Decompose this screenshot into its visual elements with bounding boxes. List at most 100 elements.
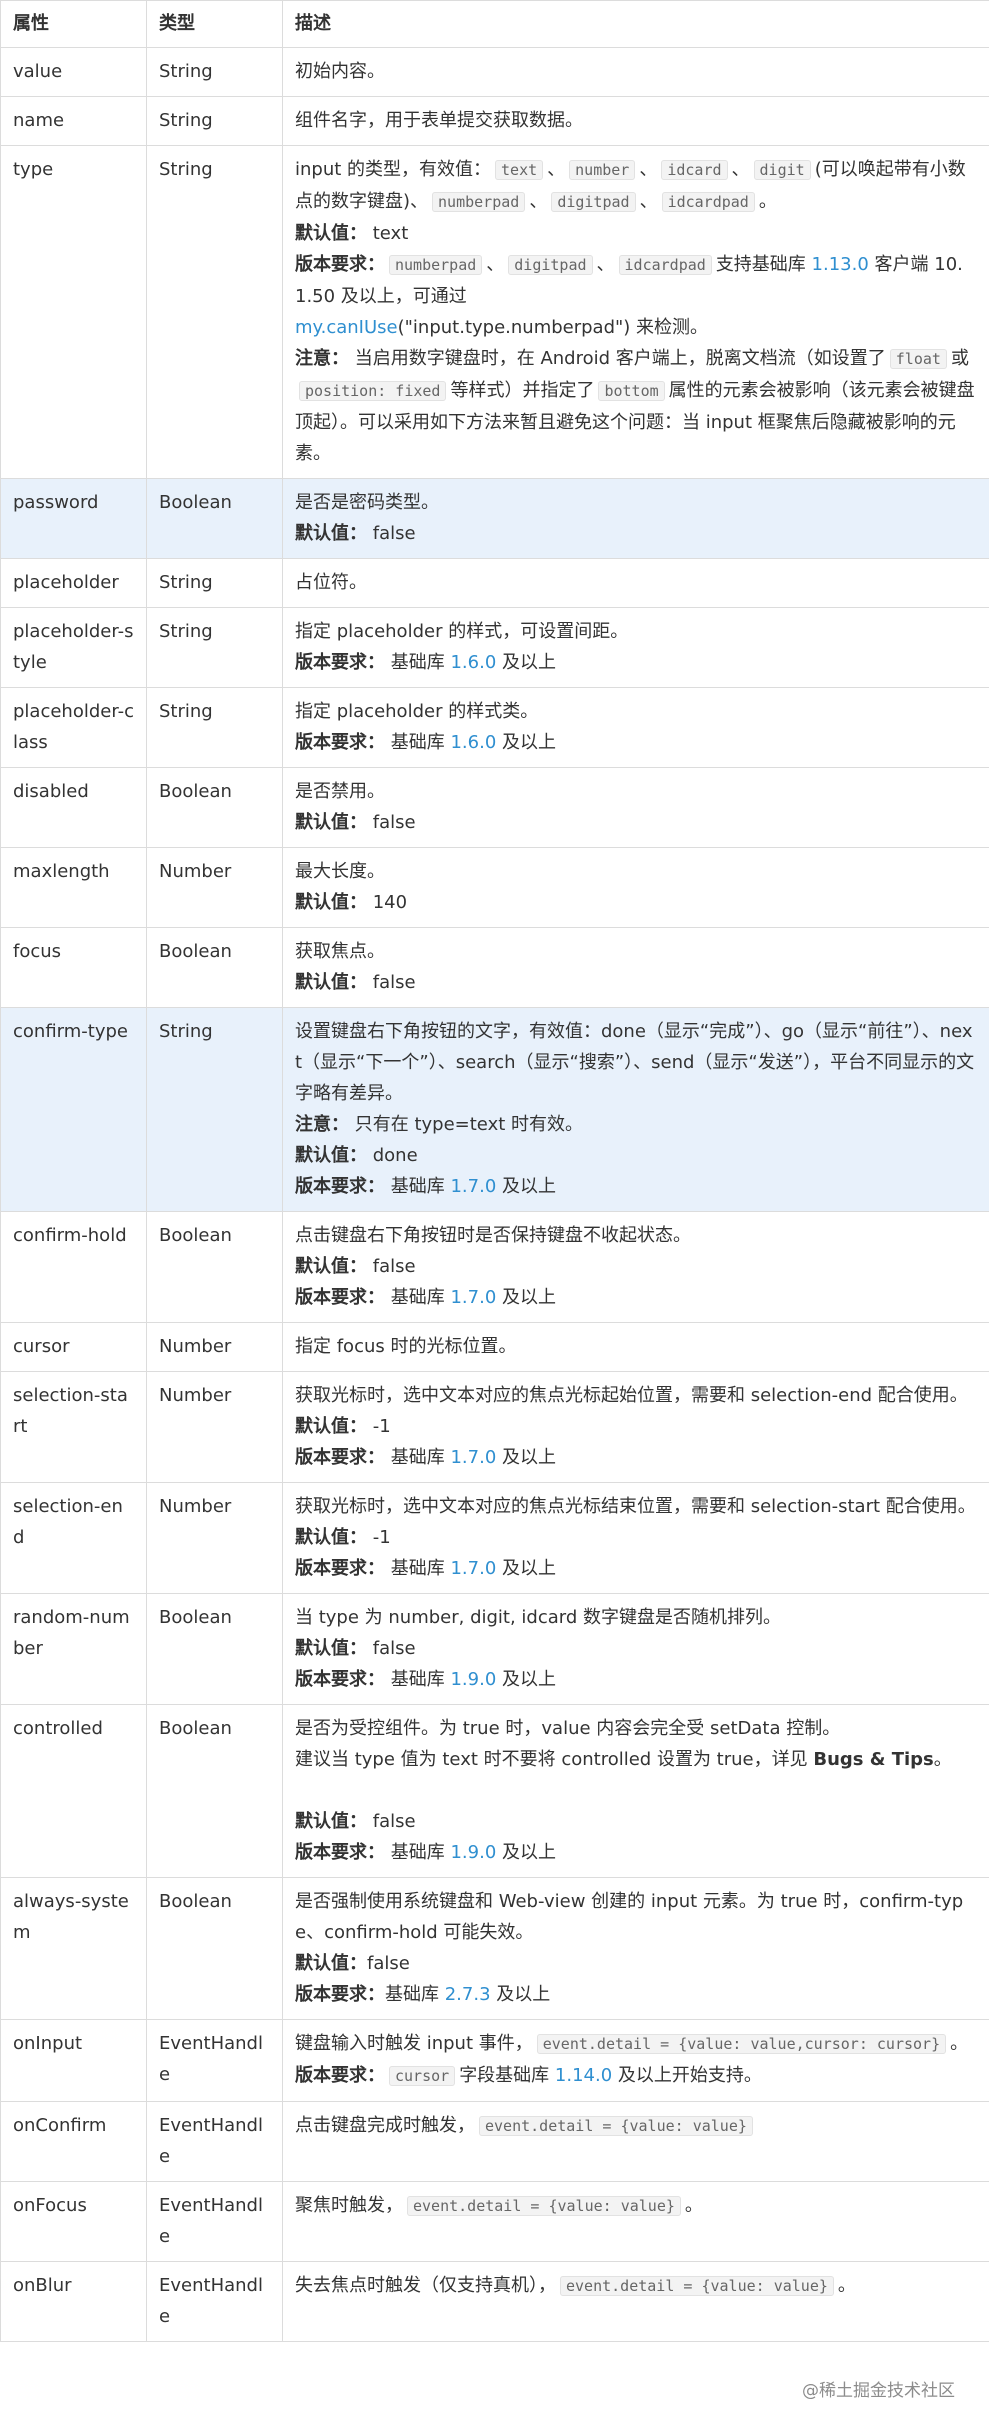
- table-row: cursor Number 指定 focus 时的光标位置。: [0, 1322, 989, 1372]
- table-row: disabled Boolean 是否禁用。 默认值： false: [0, 767, 989, 848]
- version-label: 版本要求：: [295, 1176, 385, 1197]
- version-suffix: 及以上: [502, 732, 557, 753]
- prop-desc: 占位符。: [282, 558, 989, 608]
- prop-desc: 指定 focus 时的光标位置。: [282, 1322, 989, 1372]
- code-number: number: [569, 160, 636, 180]
- bugs-tips-link[interactable]: Bugs & Tips: [813, 1749, 933, 1770]
- prop-type: Boolean: [146, 1877, 283, 2020]
- prop-name: confirm-type: [0, 1007, 147, 1212]
- code-event-detail: event.detail = {value: value}: [479, 2116, 753, 2136]
- separator: 、: [486, 254, 505, 275]
- version-prefix: 基础库: [385, 1984, 439, 2005]
- default-label: 默认值：: [295, 1527, 367, 1548]
- version-link[interactable]: 1.6.0: [450, 652, 496, 673]
- prop-name: onInput: [0, 2019, 147, 2102]
- default-line: 默认值： false: [295, 967, 977, 998]
- desc-line: 获取光标时，选中文本对应的焦点光标起始位置，需要和 selection-end …: [295, 1385, 968, 1406]
- version-link[interactable]: 1.7.0: [450, 1176, 496, 1197]
- table-row: maxlength Number 最大长度。 默认值： 140: [0, 847, 989, 928]
- desc-text: 。: [837, 2275, 856, 2296]
- default-line: 默认值： done: [295, 1140, 977, 1171]
- prop-desc: 是否为受控组件。为 true 时，value 内容会完全受 setData 控制…: [282, 1704, 989, 1878]
- code-digitpad: digitpad: [508, 255, 593, 275]
- prop-type: String: [146, 47, 283, 97]
- prop-desc: 点击键盘右下角按钮时是否保持键盘不收起状态。 默认值： false 版本要求： …: [282, 1211, 989, 1323]
- default-value: false: [372, 1256, 416, 1277]
- note-text: 或: [950, 348, 969, 369]
- separator: 、: [596, 254, 615, 275]
- default-line: 默认值： -1: [295, 1522, 977, 1553]
- prop-desc: 指定 placeholder 的样式类。 版本要求： 基础库 1.6.0 及以上: [282, 687, 989, 768]
- prop-desc: 最大长度。 默认值： 140: [282, 847, 989, 928]
- table-row: placeholder-class String 指定 placeholder …: [0, 687, 989, 768]
- separator: 、: [547, 159, 566, 180]
- version-link[interactable]: 1.13.0: [812, 254, 869, 275]
- version-line: 版本要求： 基础库 1.7.0 及以上: [295, 1553, 977, 1584]
- desc-line: 是否禁用。: [295, 781, 385, 802]
- desc-line: 获取光标时，选中文本对应的焦点光标结束位置，需要和 selection-star…: [295, 1496, 976, 1517]
- version-link[interactable]: 1.6.0: [450, 732, 496, 753]
- prop-type: String: [146, 96, 283, 146]
- default-label: 默认值：: [295, 892, 367, 913]
- separator: 、: [639, 191, 658, 212]
- version-link[interactable]: 2.7.3: [445, 1984, 491, 2005]
- prop-type: Boolean: [146, 927, 283, 1008]
- default-label: 默认值：: [295, 812, 367, 833]
- separator: 、: [731, 159, 750, 180]
- table-row: onFocus EventHandle 聚焦时触发， event.detail =…: [0, 2181, 989, 2262]
- version-link[interactable]: 1.9.0: [450, 1669, 496, 1690]
- version-link[interactable]: 1.7.0: [450, 1447, 496, 1468]
- version-link[interactable]: 1.14.0: [555, 2065, 612, 2086]
- version-link[interactable]: 1.7.0: [450, 1287, 496, 1308]
- desc-text: input 的类型，有效值：: [295, 159, 492, 180]
- prop-name: onBlur: [0, 2261, 147, 2342]
- desc-line: 键盘输入时触发 input 事件， event.detail = {value: …: [295, 2028, 977, 2060]
- default-value: text: [372, 223, 409, 244]
- version-label: 版本要求：: [295, 2065, 385, 2086]
- header-type: 类型: [146, 0, 283, 48]
- table-row: selection-start Number 获取光标时，选中文本对应的焦点光标…: [0, 1371, 989, 1483]
- prop-name: type: [0, 145, 147, 479]
- note-text: 只有在 type=text 时有效。: [354, 1114, 583, 1135]
- code-idcardpad: idcardpad: [661, 192, 755, 212]
- code-float: float: [889, 349, 947, 369]
- version-label: 版本要求：: [295, 1447, 385, 1468]
- version-prefix: 基础库: [390, 1669, 445, 1690]
- code-event-detail: event.detail = {value: value}: [560, 2276, 834, 2296]
- prop-type: Boolean: [146, 1211, 283, 1323]
- default-label: 默认值：: [295, 1145, 367, 1166]
- header-attr: 属性: [0, 0, 147, 48]
- version-prefix: 基础库: [390, 732, 445, 753]
- desc-text: 。: [758, 191, 777, 212]
- version-line: 版本要求： 基础库 1.6.0 及以上: [295, 727, 977, 758]
- version-link[interactable]: 1.9.0: [450, 1842, 496, 1863]
- version-link[interactable]: 1.7.0: [450, 1558, 496, 1579]
- prop-desc: 获取光标时，选中文本对应的焦点光标起始位置，需要和 selection-end …: [282, 1371, 989, 1483]
- prop-name: value: [0, 47, 147, 97]
- prop-type: EventHandle: [146, 2019, 283, 2102]
- prop-name: always-system: [0, 1877, 147, 2020]
- prop-name: cursor: [0, 1322, 147, 1372]
- prop-name: confirm-hold: [0, 1211, 147, 1323]
- prop-type: EventHandle: [146, 2181, 283, 2262]
- code-idcardpad: idcardpad: [618, 255, 712, 275]
- desc-line: 获取焦点。: [295, 941, 385, 962]
- prop-desc: 组件名字，用于表单提交获取数据。: [282, 96, 989, 146]
- version-line: 版本要求： numberpad、 digitpad、 idcardpad 支持基础库 1…: [295, 249, 977, 343]
- canIUse-link[interactable]: my.canIUse: [295, 317, 398, 338]
- table-header-row: 属性 类型 描述: [0, 0, 989, 48]
- version-line: 版本要求： 基础库 1.7.0 及以上: [295, 1282, 977, 1313]
- default-label: 默认值：: [295, 523, 367, 544]
- prop-name: onConfirm: [0, 2101, 147, 2182]
- prop-type: Boolean: [146, 767, 283, 848]
- table-row: value String 初始内容。: [0, 47, 989, 97]
- prop-name: name: [0, 96, 147, 146]
- version-prefix: 基础库: [390, 1176, 445, 1197]
- version-suffix: 及以上开始支持。: [617, 2065, 762, 2086]
- version-label: 版本要求：: [295, 1669, 385, 1690]
- version-label: 版本要求：: [295, 1558, 385, 1579]
- prop-type: Boolean: [146, 1593, 283, 1705]
- version-label: 版本要求：: [295, 254, 385, 275]
- prop-name: placeholder-class: [0, 687, 147, 768]
- code-digitpad: digitpad: [551, 192, 636, 212]
